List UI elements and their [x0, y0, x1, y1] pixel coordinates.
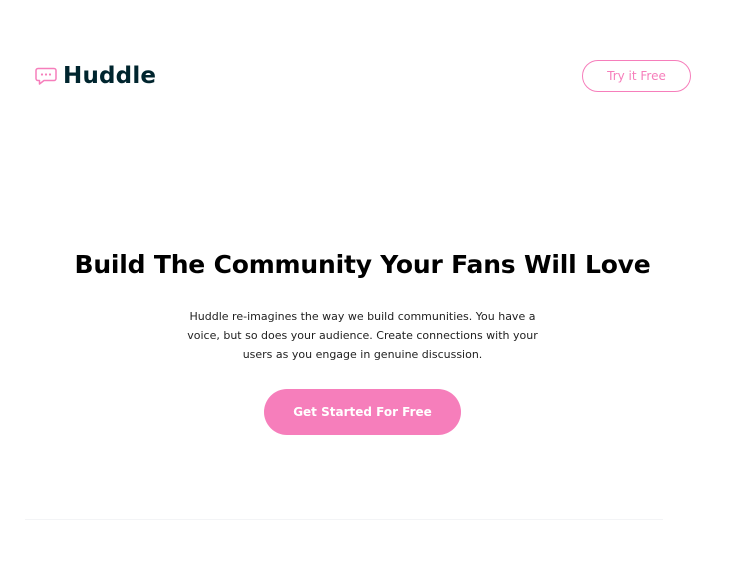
hero-section: Build The Community Your Fans Will Love …	[0, 240, 725, 364]
try-it-free-button[interactable]: Try it Free	[582, 60, 691, 92]
hero-description: Huddle re-imagines the way we build comm…	[187, 310, 538, 361]
section-divider	[25, 519, 663, 520]
chat-bubble-icon	[35, 67, 57, 85]
site-header: Huddle Try it Free	[0, 0, 737, 150]
get-started-button[interactable]: Get Started For Free	[264, 389, 461, 435]
logo[interactable]: Huddle	[34, 62, 156, 90]
hero-title: Build The Community Your Fans Will Love	[74, 250, 651, 279]
logo-text: Huddle	[63, 63, 157, 89]
